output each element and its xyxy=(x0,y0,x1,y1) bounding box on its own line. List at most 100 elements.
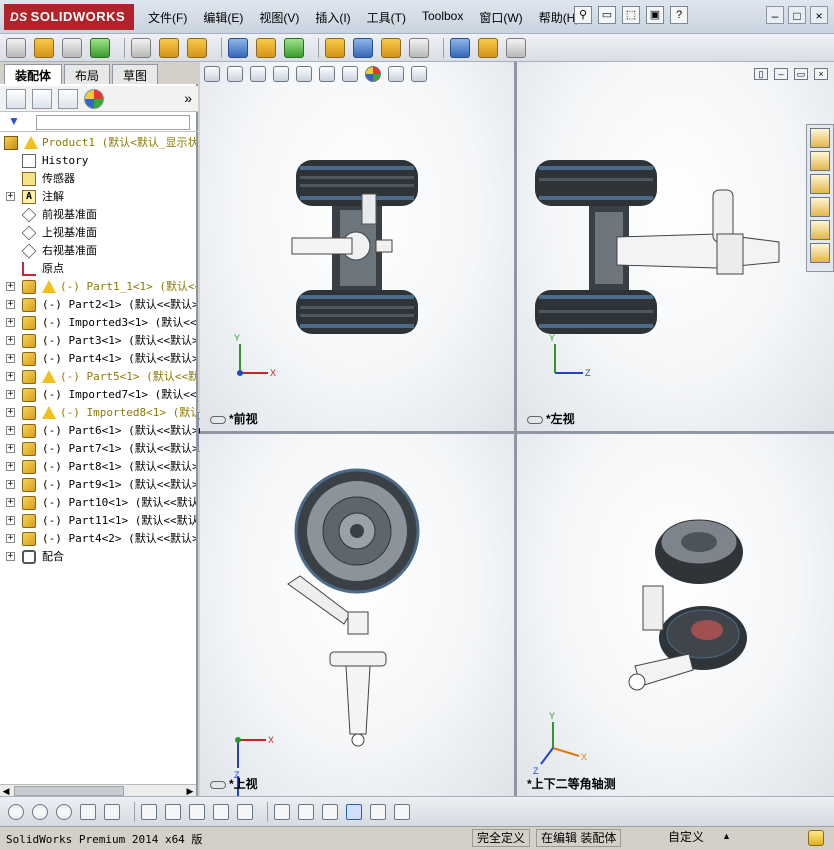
menu-item[interactable]: 插入(I) xyxy=(315,9,350,26)
viewport-minimize-icon[interactable]: – xyxy=(774,68,788,80)
offset-icon[interactable] xyxy=(189,803,205,820)
tree-item[interactable]: + (-) Part6<1> (默认<<默认>_ xyxy=(0,422,196,440)
zoom-to-area-icon[interactable] xyxy=(227,66,243,82)
insert-component-icon[interactable] xyxy=(34,37,54,58)
save-icon[interactable]: ▣ xyxy=(646,6,664,24)
explode-line-icon[interactable] xyxy=(381,37,401,58)
tree-item[interactable]: + (-) Imported7<1> (默认<<默 xyxy=(0,386,196,404)
tree-item[interactable]: + (-) Imported3<1> (默认<<默 xyxy=(0,314,196,332)
expand-icon[interactable]: + xyxy=(6,516,15,525)
tree-item[interactable]: 传感器 xyxy=(0,170,196,188)
link-icon[interactable] xyxy=(210,780,226,789)
tree-item[interactable]: + (-) Part3<1> (默认<<默认>_ xyxy=(0,332,196,350)
tree-horizontal-scrollbar[interactable]: ◀ ▶ xyxy=(0,784,196,796)
filter-input[interactable] xyxy=(36,115,190,130)
point-icon[interactable] xyxy=(8,803,24,820)
tree-item[interactable]: History xyxy=(0,152,196,170)
mirror-icon[interactable] xyxy=(213,803,229,820)
apply-scene-icon[interactable] xyxy=(388,66,404,82)
feature-tree-icon[interactable] xyxy=(6,88,26,109)
assembly-features-icon[interactable] xyxy=(228,37,248,58)
menu-item[interactable]: 视图(V) xyxy=(259,9,299,26)
fillet-icon[interactable] xyxy=(141,803,157,820)
tree-item[interactable]: + (-) Part10<1> (默认<<默认> xyxy=(0,494,196,512)
linear-pattern-icon[interactable] xyxy=(90,37,110,58)
smart-fasteners-icon[interactable] xyxy=(131,37,151,58)
new-motion-study-icon[interactable] xyxy=(284,37,304,58)
file-explorer-icon[interactable] xyxy=(810,174,830,194)
help-button[interactable]: ? xyxy=(670,6,688,24)
shaded-sketch-icon[interactable] xyxy=(346,803,362,820)
menu-item[interactable]: 窗口(W) xyxy=(479,9,522,26)
tree-item[interactable]: 右视基准面 xyxy=(0,242,196,260)
menu-item[interactable]: 工具(T) xyxy=(367,9,406,26)
expand-icon[interactable]: + xyxy=(6,318,15,327)
appearances-icon[interactable] xyxy=(810,220,830,240)
bill-of-materials-icon[interactable] xyxy=(325,37,345,58)
clearance-icon[interactable] xyxy=(450,37,470,58)
expand-icon[interactable]: + xyxy=(6,336,15,345)
configuration-manager-icon[interactable] xyxy=(58,88,78,109)
tree-item[interactable]: + (-) Part8<1> (默认<<默认>_ xyxy=(0,458,196,476)
section-view-icon[interactable] xyxy=(273,66,289,82)
link-icon[interactable] xyxy=(527,415,543,424)
expand-icon[interactable]: + xyxy=(6,192,15,201)
expand-icon[interactable]: + xyxy=(6,444,15,453)
move-entities-icon[interactable] xyxy=(237,803,253,820)
minimize-button[interactable]: – xyxy=(766,6,784,24)
restore-button[interactable]: □ xyxy=(788,6,806,24)
tree-item[interactable]: + (-) Part4<1> (默认<<默认>_ xyxy=(0,350,196,368)
scroll-thumb[interactable] xyxy=(14,786,124,796)
chamfer-icon[interactable] xyxy=(165,803,181,820)
link-icon[interactable] xyxy=(210,415,226,424)
expand-icon[interactable]: + xyxy=(6,300,15,309)
tree-item[interactable]: + (-) Part11<1> (默认<<默认> xyxy=(0,512,196,530)
reference-geometry-icon[interactable] xyxy=(256,37,276,58)
sketch-grid-icon[interactable] xyxy=(394,803,410,820)
show-hidden-icon[interactable] xyxy=(187,37,207,58)
view-orientation-icon[interactable] xyxy=(296,66,312,82)
tab-sketch[interactable]: 草图 xyxy=(112,64,159,84)
display-manager-icon[interactable] xyxy=(84,88,104,109)
tree-item[interactable]: + (-) Part5<1> (默认<<默认 xyxy=(0,368,196,386)
previous-view-icon[interactable] xyxy=(250,66,266,82)
zoom-to-fit-icon[interactable] xyxy=(204,66,220,82)
hide-show-items-icon[interactable] xyxy=(342,66,358,82)
view-settings-icon[interactable] xyxy=(411,66,427,82)
tree-item[interactable]: + (-) Imported8<1> (默认 xyxy=(0,404,196,422)
expand-icon[interactable]: + xyxy=(6,426,15,435)
custom-properties-icon[interactable] xyxy=(810,243,830,263)
expand-icon[interactable]: + xyxy=(6,282,15,291)
tree-item[interactable]: + 配合 xyxy=(0,548,196,566)
expand-icon[interactable]: + xyxy=(6,534,15,543)
quick-tips-icon[interactable] xyxy=(808,830,824,846)
tree-item[interactable]: 上视基准面 xyxy=(0,224,196,242)
edit-appearance-icon[interactable] xyxy=(365,66,381,82)
filter-icon[interactable]: ▼ xyxy=(8,114,20,128)
line-icon[interactable] xyxy=(104,803,120,820)
solidworks-resources-icon[interactable] xyxy=(810,128,830,148)
tree-item[interactable]: + (-) Part7<1> (默认<<默认>_ xyxy=(0,440,196,458)
new-part-icon[interactable] xyxy=(6,37,26,58)
hole-alignment-icon[interactable] xyxy=(478,37,498,58)
expand-icon[interactable]: + xyxy=(6,552,15,561)
viewport-close-icon[interactable]: × xyxy=(814,68,828,80)
move-component-icon[interactable] xyxy=(159,37,179,58)
expand-panel-button[interactable]: » xyxy=(184,90,192,106)
expand-icon[interactable]: + xyxy=(6,498,15,507)
view-palette-icon[interactable] xyxy=(810,197,830,217)
expand-icon[interactable]: + xyxy=(6,480,15,489)
new-document-icon[interactable]: ▭ xyxy=(598,6,616,24)
solidworks-logo[interactable]: DS SOLIDWORKS xyxy=(4,4,134,30)
mate-icon[interactable] xyxy=(62,37,82,58)
design-library-icon[interactable] xyxy=(810,151,830,171)
tree-item[interactable]: + (-) Part4<2> (默认<<默认>_ xyxy=(0,530,196,548)
tree-item[interactable]: + (-) Part1_1<1> (默认<<默 xyxy=(0,278,196,296)
close-button[interactable]: × xyxy=(810,6,828,24)
instant3d-icon[interactable] xyxy=(506,37,526,58)
unit-system[interactable]: 自定义 xyxy=(664,829,708,847)
tree-item[interactable]: + (-) Part9<1> (默认<<默认>_ xyxy=(0,476,196,494)
tree-item[interactable]: Product1 (默认<默认_显示状 xyxy=(0,134,196,152)
tree-item[interactable]: 前视基准面 xyxy=(0,206,196,224)
interference-icon[interactable] xyxy=(409,37,429,58)
